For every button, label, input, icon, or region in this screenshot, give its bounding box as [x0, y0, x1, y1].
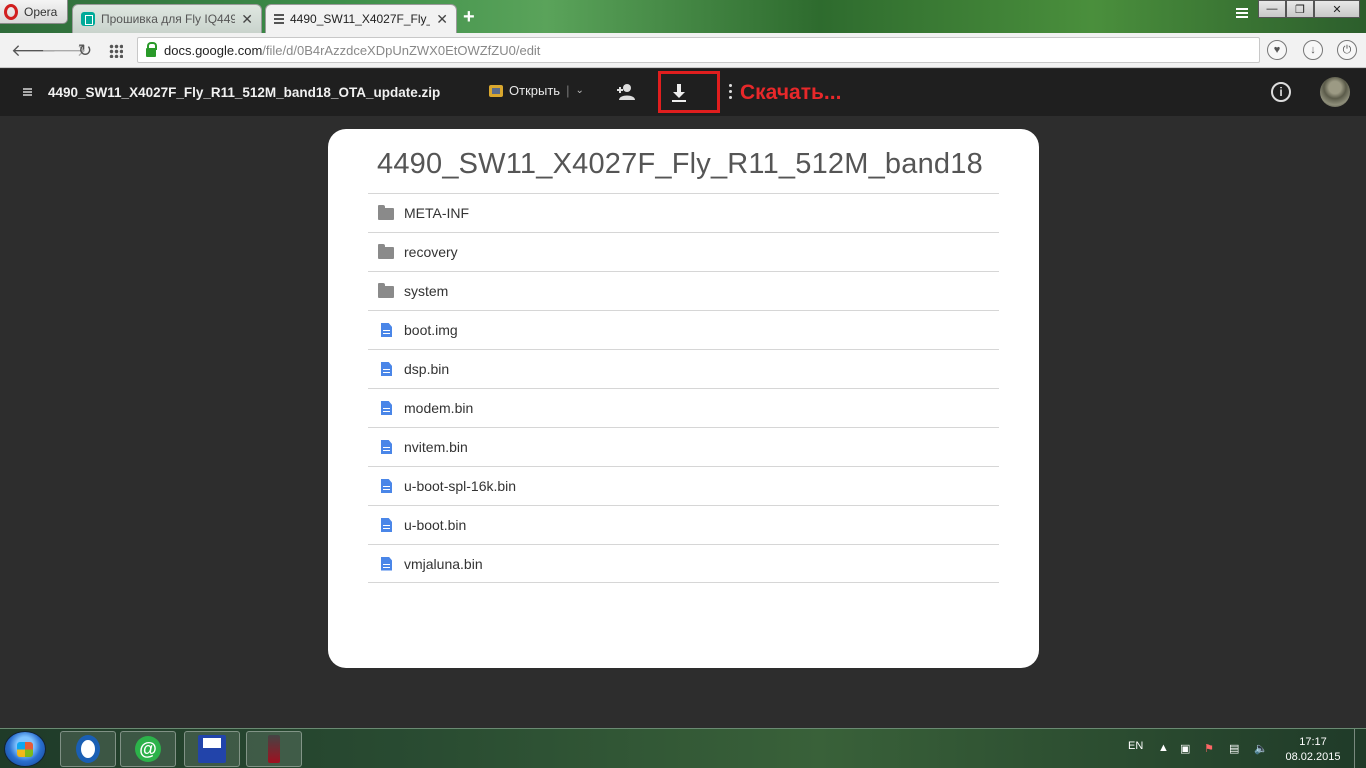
item-name: META-INF: [404, 205, 470, 221]
start-button[interactable]: [4, 731, 46, 767]
language-indicator[interactable]: EN: [1128, 740, 1143, 752]
file-icon: [381, 556, 392, 571]
tab-title: 4490_SW11_X4027F_Fly_R11: [290, 12, 430, 26]
power-icon[interactable]: ⏻: [1337, 40, 1357, 60]
action-center-icon[interactable]: ⚑: [1204, 742, 1214, 755]
minimize-button[interactable]: —: [1258, 0, 1286, 18]
speed-dial-grid-icon[interactable]: [109, 44, 123, 58]
system-clock[interactable]: 17:17 08.02.2015: [1284, 735, 1342, 765]
folder-row[interactable]: META-INF: [368, 193, 999, 232]
menu-icon[interactable]: [23, 88, 32, 96]
opera-icon: [76, 735, 100, 763]
zip-preview-card: 4490_SW11_X4027F_Fly_R11_512M_band18 MET…: [328, 129, 1039, 668]
taskbar-opera-button[interactable]: [60, 731, 116, 767]
open-app-icon: [489, 84, 503, 97]
item-name: u-boot.bin: [404, 517, 467, 533]
folder-icon: [378, 244, 394, 259]
download-highlight-box: [658, 71, 720, 113]
open-label: Открыть: [509, 83, 561, 98]
archive-title: 4490_SW11_X4027F_Fly_R11_512M_band18: [377, 148, 983, 180]
close-window-button[interactable]: ✕: [1314, 0, 1360, 18]
open-with-button[interactable]: Открыть | ⌄: [489, 83, 584, 98]
file-row[interactable]: u-boot-spl-16k.bin: [368, 466, 999, 505]
item-name: boot.img: [404, 322, 458, 338]
file-row[interactable]: dsp.bin: [368, 349, 999, 388]
file-icon: [381, 401, 392, 415]
close-tab-icon[interactable]: ✕: [436, 11, 448, 28]
forward-arrow-icon[interactable]: 🡒: [41, 41, 87, 61]
folder-row[interactable]: system: [368, 271, 999, 310]
file-row[interactable]: u-boot.bin: [368, 505, 999, 544]
tab-title: Прошивка для Fly IQ4490: [101, 12, 236, 26]
show-desktop-button[interactable]: [1354, 729, 1366, 768]
tab-firmware-page[interactable]: Прошивка для Fly IQ4490 ✕: [72, 4, 262, 33]
clock-date: 08.02.2015: [1285, 751, 1341, 763]
drive-favicon-icon: [274, 14, 284, 24]
opera-menu-label: Opera: [24, 4, 58, 19]
address-toolbar: 🡐 🡒 ↻ docs.google.com/file/d/0B4rAzzdceX…: [0, 33, 1366, 68]
opera-logo-icon: [4, 3, 18, 20]
taskbar-floppy-button[interactable]: [184, 731, 240, 767]
usb-flash-icon: [268, 735, 280, 763]
share-person-icon[interactable]: [616, 82, 638, 102]
chevron-down-icon[interactable]: ⌄: [575, 85, 583, 96]
item-name: modem.bin: [404, 400, 474, 416]
file-row[interactable]: modem.bin: [368, 388, 999, 427]
item-name: recovery: [404, 244, 458, 260]
item-name: dsp.bin: [404, 361, 450, 377]
item-name: system: [404, 283, 449, 299]
more-vert-icon[interactable]: [729, 84, 733, 100]
stash-heart-icon[interactable]: ♥: [1267, 40, 1287, 60]
url-host: docs.google.com: [164, 42, 263, 58]
windows-taskbar: @ EN ▲ ▣ ⚑ ▤ 🔈 17:17 08.02.2015: [0, 728, 1366, 768]
secure-lock-icon: [146, 41, 157, 57]
tab-drive-file[interactable]: 4490_SW11_X4027F_Fly_R11 ✕: [265, 4, 457, 33]
file-icon: [381, 362, 392, 376]
item-name: nvitem.bin: [404, 439, 468, 455]
folder-row[interactable]: recovery: [368, 232, 999, 271]
download-icon[interactable]: [671, 83, 687, 103]
restore-button[interactable]: ❐: [1286, 0, 1314, 18]
mail-agent-icon: @: [135, 736, 161, 762]
file-row[interactable]: vmjaluna.bin: [368, 544, 999, 583]
clock-time: 17:17: [1299, 736, 1327, 748]
network-icon[interactable]: ▤: [1229, 742, 1239, 755]
window-controls: — ❐ ✕: [1258, 0, 1360, 18]
downloads-icon[interactable]: ↓: [1303, 40, 1323, 60]
download-annotation: Скачать...: [740, 81, 842, 104]
browser-tab-strip: Opera Прошивка для Fly IQ4490 ✕ 4490_SW1…: [0, 0, 1366, 33]
device-icon[interactable]: ▣: [1180, 742, 1190, 755]
folder-icon: [378, 205, 394, 220]
address-field[interactable]: docs.google.com/file/d/0B4rAzzdceXDpUnZW…: [137, 37, 1260, 63]
divider: |: [566, 83, 570, 98]
item-name: vmjaluna.bin: [404, 555, 483, 572]
file-icon: [381, 323, 392, 337]
taskbar-flash-tool-button[interactable]: [246, 731, 302, 767]
floppy-disk-icon: [198, 735, 226, 763]
file-icon: [381, 479, 392, 493]
archive-file-list: META-INF recovery system boot.img dsp.bin mod…: [368, 193, 999, 583]
info-icon[interactable]: i: [1271, 82, 1291, 102]
file-icon: [381, 440, 392, 454]
volume-icon[interactable]: 🔈: [1254, 742, 1268, 755]
file-name-title: 4490_SW11_X4027F_Fly_R11_512M_band18_OTA…: [48, 85, 441, 100]
item-name: u-boot-spl-16k.bin: [404, 478, 517, 494]
opera-menu-button[interactable]: Opera: [0, 0, 68, 24]
avatar[interactable]: [1320, 77, 1350, 107]
new-tab-button[interactable]: +: [463, 6, 475, 29]
close-tab-icon[interactable]: ✕: [241, 11, 253, 28]
taskbar-mail-agent-button[interactable]: @: [120, 731, 176, 767]
file-row[interactable]: nvitem.bin: [368, 427, 999, 466]
file-icon: [381, 518, 392, 532]
show-hidden-icons-icon[interactable]: ▲: [1158, 742, 1169, 754]
file-row[interactable]: boot.img: [368, 310, 999, 349]
site-favicon-icon: [81, 12, 95, 26]
reload-icon[interactable]: ↻: [75, 41, 95, 61]
tab-menu-icon[interactable]: [1236, 8, 1248, 18]
folder-icon: [378, 283, 394, 298]
back-arrow-icon[interactable]: 🡐: [11, 41, 57, 61]
url-path: /file/d/0B4rAzzdceXDpUnZWX0EtOWZfZU0/edi…: [262, 42, 541, 58]
